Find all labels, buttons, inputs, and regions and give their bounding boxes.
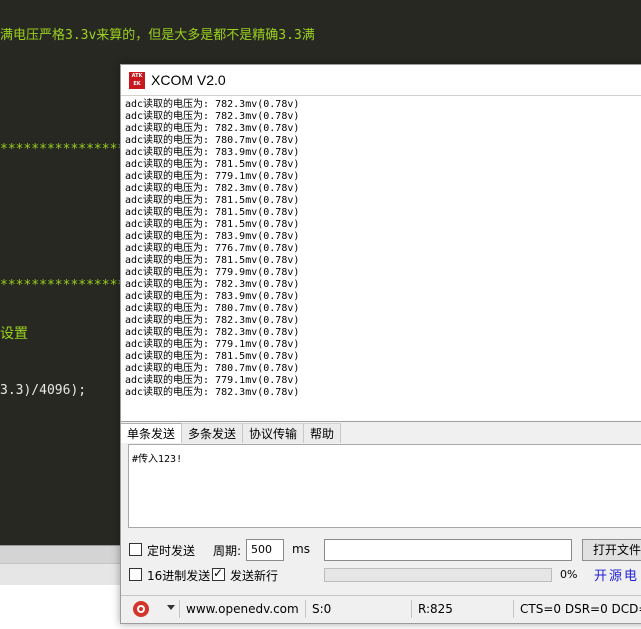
receive-line: adc读取的电压为: 779.1mv(0.78v) — [125, 375, 300, 386]
receive-line: adc读取的电压为: 782.3mv(0.78v) — [125, 279, 300, 290]
period-input[interactable]: 500 — [246, 539, 284, 561]
receive-line: adc读取的电压为: 779.1mv(0.78v) — [125, 339, 300, 350]
receive-line: adc读取的电压为: 782.3mv(0.78v) — [125, 111, 300, 122]
receive-line: adc读取的电压为: 783.9mv(0.78v) — [125, 147, 300, 158]
receive-line: adc读取的电压为: 782.3mv(0.78v) — [125, 327, 300, 338]
newline-send-checkbox[interactable] — [212, 566, 225, 581]
website-link[interactable]: www.openedv.com — [179, 600, 303, 618]
newline-send-label: 发送新行 — [230, 569, 279, 583]
hex-send-checkbox[interactable] — [129, 568, 142, 581]
receive-line: adc读取的电压为: 780.7mv(0.78v) — [125, 303, 300, 314]
receive-line: adc读取的电压为: 782.3mv(0.78v) — [125, 315, 300, 326]
xcom-window: ATK EK XCOM V2.0 adc读取的电压为: 782.3mv(0.78v… — [120, 64, 641, 624]
receive-line: adc读取的电压为: 779.1mv(0.78v) — [125, 171, 300, 182]
record-icon[interactable] — [133, 601, 149, 617]
open-file-button[interactable]: 打开文件 — [582, 539, 641, 561]
sent-count: S:0 — [305, 600, 411, 618]
receive-area[interactable]: adc读取的电压为: 782.3mv(0.78v) adc读取的电压为: 782.… — [121, 95, 641, 422]
receive-line: adc读取的电压为: 782.3mv(0.78v) — [125, 99, 300, 110]
tab-help[interactable]: 帮助 — [304, 423, 342, 443]
receive-line: adc读取的电压为: 782.3mv(0.78v) — [125, 123, 300, 134]
progress-percent: 0% — [560, 568, 578, 581]
window-title: XCOM V2.0 — [151, 72, 226, 88]
receive-line: adc读取的电压为: 783.9mv(0.78v) — [125, 291, 300, 302]
receive-line: adc读取的电压为: 781.5mv(0.78v) — [125, 159, 300, 170]
receive-line: adc读取的电压为: 776.7mv(0.78v) — [125, 243, 300, 254]
timed-send-checkbox[interactable] — [129, 543, 142, 556]
chevron-down-icon[interactable] — [167, 605, 175, 610]
code-line: 3.3)/4096); — [0, 383, 87, 398]
line-signals: CTS=0 DSR=0 DCD= — [513, 600, 641, 618]
brand-text[interactable]: 开源电 — [594, 565, 639, 584]
tab-multi-send[interactable]: 多条发送 — [182, 423, 244, 443]
send-textarea[interactable]: #传入123! — [128, 444, 641, 528]
tab-protocol[interactable]: 协议传输 — [243, 423, 305, 443]
hex-send-row: 16进制发送 发送新行 0% 开源电 — [128, 563, 641, 587]
code-comment-line: 满电压严格3.3v来算的，但是大多是都不是精确3.3满 — [0, 28, 315, 43]
period-unit-label: ms — [292, 542, 310, 556]
status-bar: www.openedv.com S:0 R:825 CTS=0 DSR=0 DC… — [121, 595, 641, 621]
receive-line: adc读取的电压为: 782.3mv(0.78v) — [125, 387, 300, 398]
code-comment-line: 设置 — [0, 326, 28, 342]
timed-send-label: 定时发送 — [147, 544, 196, 558]
timed-send-row: 定时发送 周期: 500 ms 打开文件 — [128, 538, 641, 562]
alientek-logo: ATK EK — [129, 71, 145, 89]
receive-line: adc读取的电压为: 781.5mv(0.78v) — [125, 219, 300, 230]
send-tabs: 单条发送 多条发送 协议传输 帮助 — [121, 423, 641, 443]
receive-line: adc读取的电压为: 781.5mv(0.78v) — [125, 351, 300, 362]
title-bar[interactable]: ATK EK XCOM V2.0 — [121, 65, 641, 95]
receive-line: adc读取的电压为: 782.3mv(0.78v) — [125, 183, 300, 194]
file-path-input[interactable] — [324, 539, 572, 561]
receive-line: adc读取的电压为: 779.9mv(0.78v) — [125, 267, 300, 278]
code-comment-line: **************** — [0, 142, 126, 157]
hex-send-label: 16进制发送 — [147, 569, 211, 583]
receive-line: adc读取的电压为: 781.5mv(0.78v) — [125, 207, 300, 218]
tab-single-send[interactable]: 单条发送 — [121, 423, 183, 443]
receive-line: adc读取的电压为: 781.5mv(0.78v) — [125, 255, 300, 266]
receive-line: adc读取的电压为: 781.5mv(0.78v) — [125, 195, 300, 206]
send-text: #传入123! — [132, 454, 183, 465]
receive-line: adc读取的电压为: 780.7mv(0.78v) — [125, 135, 300, 146]
period-label: 周期: — [213, 544, 242, 558]
code-comment-line: **************** — [0, 278, 126, 293]
send-progress-bar — [324, 568, 552, 582]
receive-line: adc读取的电压为: 783.9mv(0.78v) — [125, 231, 300, 242]
received-count: R:825 — [411, 600, 515, 618]
receive-line: adc读取的电压为: 780.7mv(0.78v) — [125, 363, 300, 374]
